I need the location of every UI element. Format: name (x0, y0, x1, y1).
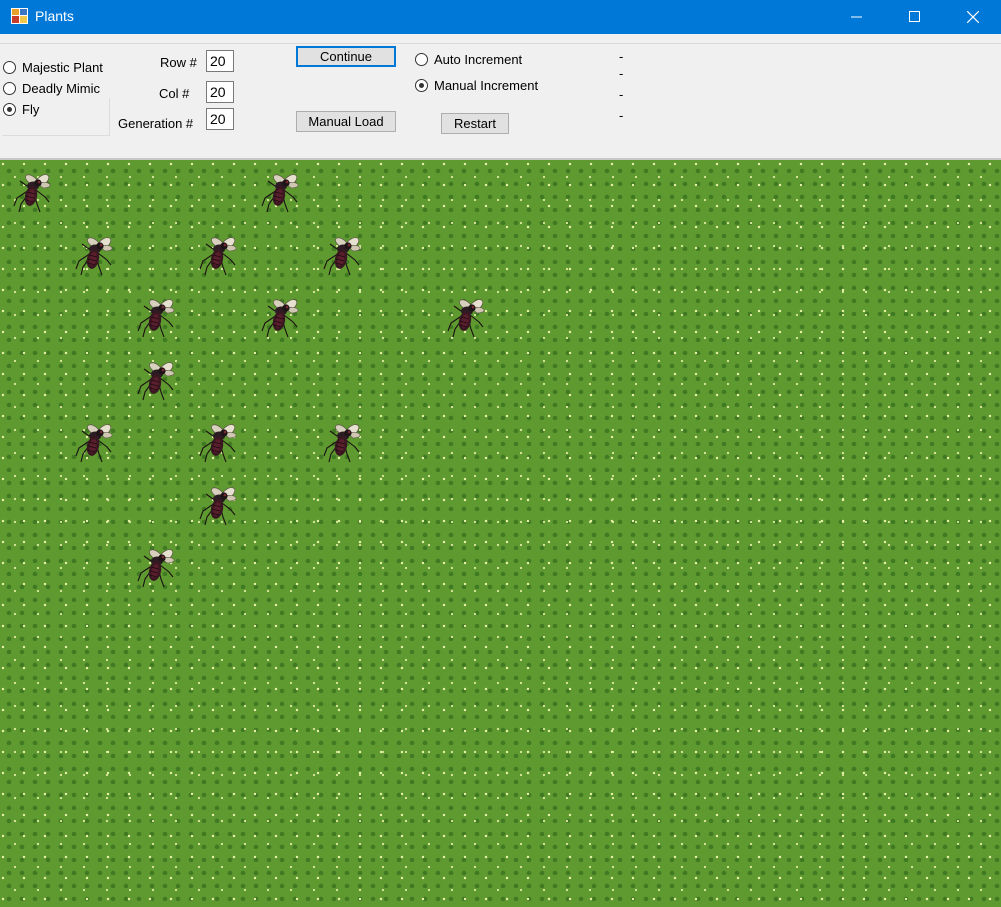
fly-icon[interactable] (317, 414, 367, 464)
col-input[interactable] (206, 81, 234, 103)
fly-icon[interactable] (69, 227, 119, 277)
minimize-button[interactable] (828, 0, 886, 34)
radio-label: Manual Increment (434, 78, 539, 93)
status-line: - (619, 66, 624, 81)
continue-button[interactable]: Continue (296, 46, 396, 67)
radio-button-icon[interactable] (3, 82, 16, 95)
window-title: Plants (35, 8, 74, 24)
fly-icon[interactable] (131, 289, 181, 339)
fly-icon[interactable] (131, 352, 181, 402)
status-line: - (619, 108, 624, 123)
game-board[interactable] (0, 160, 1001, 907)
radio-button-checked-icon[interactable] (3, 103, 16, 116)
radio-label: Deadly Mimic (22, 81, 101, 96)
manual-load-button[interactable]: Manual Load (296, 111, 396, 132)
row-input[interactable] (206, 50, 234, 72)
radio-auto-increment[interactable]: Auto Increment (415, 52, 522, 67)
divider (0, 43, 1001, 44)
close-icon (967, 11, 979, 23)
fly-icon[interactable] (193, 477, 243, 527)
row-label: Row # (160, 55, 197, 70)
status-line: - (619, 49, 624, 64)
fly-icon[interactable] (193, 227, 243, 277)
radio-label: Fly (22, 102, 40, 117)
status-line: - (619, 87, 624, 102)
radio-deadly-mimic[interactable]: Deadly Mimic (3, 81, 100, 96)
fly-icon[interactable] (7, 164, 57, 214)
fly-icon[interactable] (441, 289, 491, 339)
fly-icon[interactable] (255, 164, 305, 214)
app-icon (11, 8, 28, 24)
maximize-button[interactable] (886, 0, 944, 34)
close-button[interactable] (944, 0, 1001, 34)
restart-button[interactable]: Restart (441, 113, 509, 134)
minimize-icon (851, 16, 862, 18)
radio-label: Auto Increment (434, 52, 523, 67)
radio-button-icon[interactable] (415, 53, 428, 66)
generation-input[interactable] (206, 108, 234, 130)
radio-fly[interactable]: Fly (3, 102, 39, 117)
fly-icon[interactable] (131, 539, 181, 589)
maximize-icon (909, 11, 920, 22)
fly-icon[interactable] (69, 414, 119, 464)
fly-icon[interactable] (317, 227, 367, 277)
generation-label: Generation # (118, 116, 194, 131)
fly-icon[interactable] (255, 289, 305, 339)
radio-button-checked-icon[interactable] (415, 79, 428, 92)
title-bar[interactable]: Plants (0, 0, 1001, 34)
radio-label: Majestic Plant (22, 60, 103, 75)
radio-manual-increment[interactable]: Manual Increment (415, 78, 538, 93)
radio-majestic-plant[interactable]: Majestic Plant (3, 60, 103, 75)
radio-button-icon[interactable] (3, 61, 16, 74)
col-label: Col # (159, 86, 190, 101)
fly-icon[interactable] (193, 414, 243, 464)
